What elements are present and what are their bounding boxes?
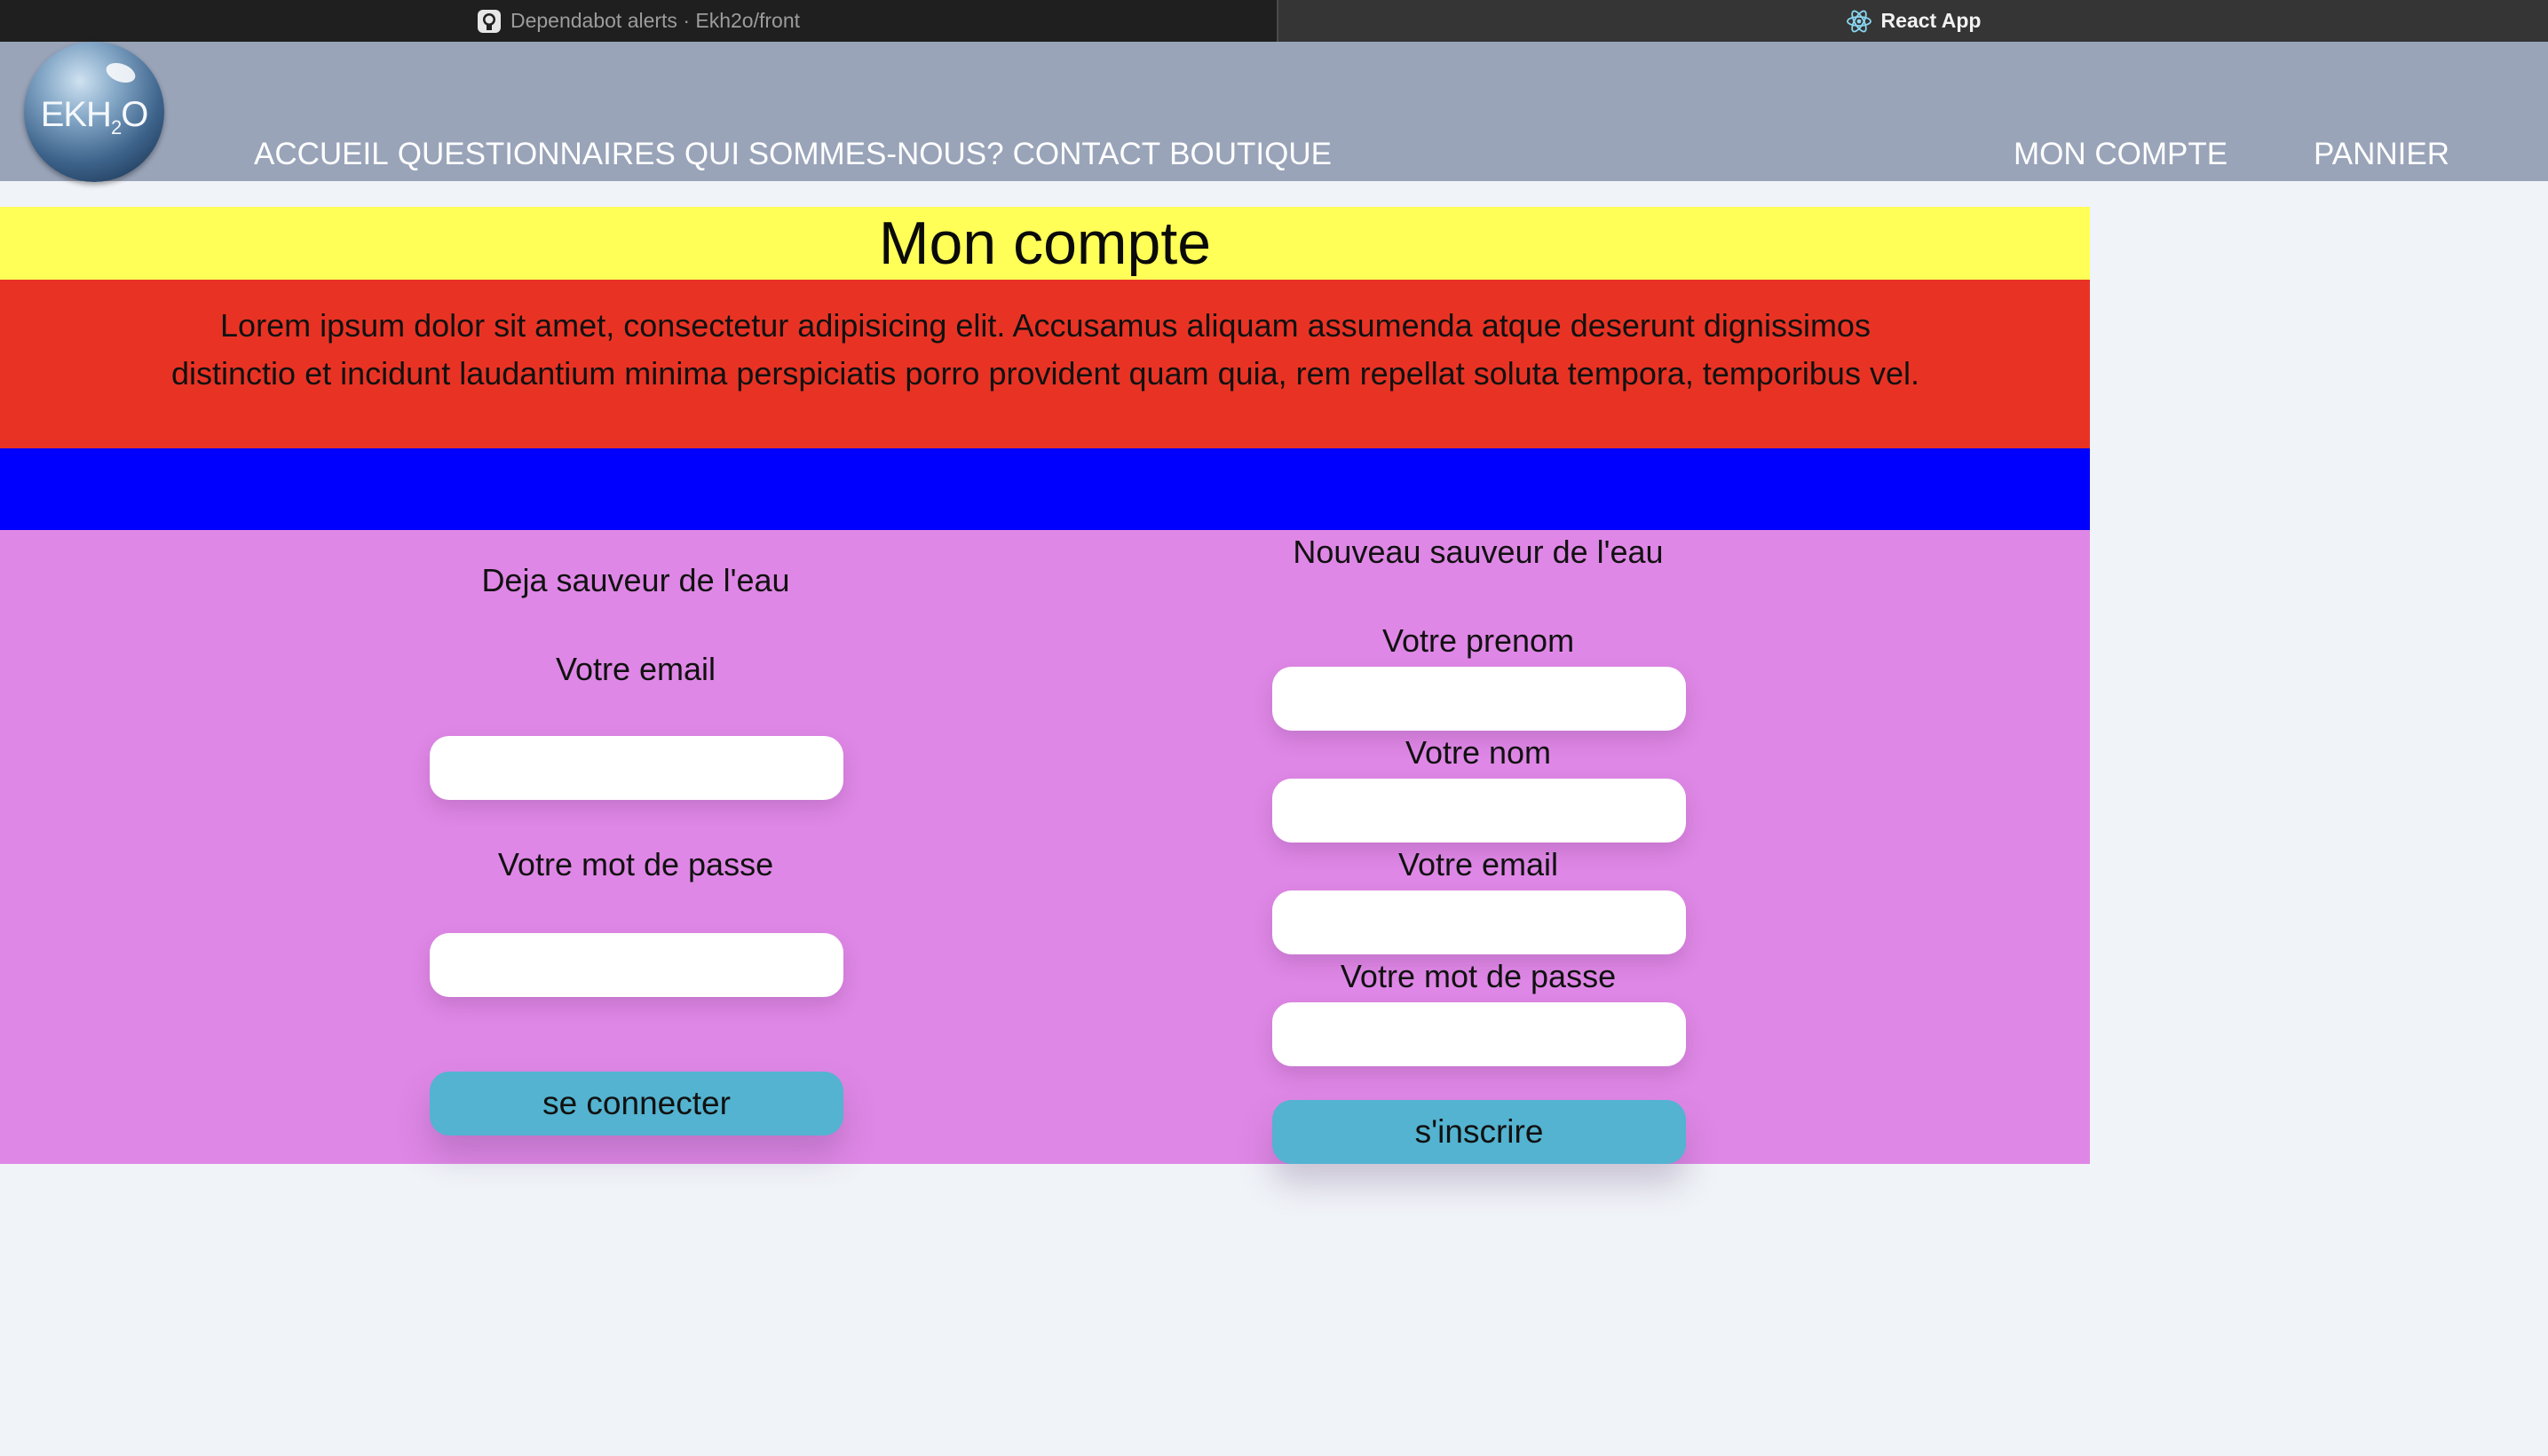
intro-text: Lorem ipsum dolor sit amet, consectetur … [171, 307, 1919, 392]
signup-email-input[interactable] [1272, 890, 1686, 954]
nav-link-pannier[interactable]: PANNIER [2314, 137, 2449, 172]
react-icon [1846, 8, 1872, 35]
forms-section: Deja sauveur de l'eau Votre email Votre … [0, 530, 2090, 1164]
page-title: Mon compte [878, 210, 1212, 277]
signup-password-label: Votre mot de passe [1340, 958, 1617, 994]
site-header: EKH2O ACCUEIL QUESTIONNAIRES QUI SOMMES-… [0, 42, 2548, 182]
browser-tab-react-app[interactable]: React App [1277, 0, 2548, 42]
nav-link-boutique[interactable]: BOUTIQUE [1169, 137, 1332, 172]
signup-firstname-input[interactable] [1272, 667, 1686, 731]
browser-tab-label: React App [1880, 9, 1982, 32]
signup-button[interactable]: s'inscrire [1272, 1100, 1686, 1164]
signup-password-input[interactable] [1272, 1002, 1686, 1066]
nav-link-accueil[interactable]: ACCUEIL [254, 137, 389, 172]
nav-link-questionnaires[interactable]: QUESTIONNAIRES [398, 137, 676, 172]
logo-text: EKH2O [40, 95, 149, 138]
nav-link-contact[interactable]: CONTACT [1013, 137, 1161, 172]
login-password-label: Votre mot de passe [497, 846, 774, 882]
blue-band [0, 448, 2090, 530]
login-email-label: Votre email [555, 651, 716, 687]
intro-band: Lorem ipsum dolor sit amet, consectetur … [0, 280, 2090, 448]
signup-lastname-label: Votre nom [1405, 734, 1552, 771]
browser-tab-bar: Dependabot alerts · Ekh2o/front React Ap… [0, 0, 2548, 42]
login-password-input[interactable] [430, 933, 843, 997]
login-button[interactable]: se connecter [430, 1072, 843, 1136]
title-band: Mon compte [0, 207, 2090, 280]
signup-lastname-input[interactable] [1272, 779, 1686, 843]
signup-firstname-label: Votre prenom [1381, 622, 1575, 659]
main-nav: ACCUEIL QUESTIONNAIRES QUI SOMMES-NOUS? … [254, 137, 1341, 172]
login-heading: Deja sauveur de l'eau [481, 562, 790, 598]
github-icon [477, 9, 502, 34]
signup-email-label: Votre email [1397, 846, 1559, 882]
browser-tab-label: Dependabot alerts · Ekh2o/front [510, 9, 801, 32]
browser-tab-dependabot[interactable]: Dependabot alerts · Ekh2o/front [0, 0, 1277, 42]
signup-heading: Nouveau sauveur de l'eau [1293, 534, 1664, 570]
login-email-input[interactable] [430, 736, 843, 800]
nav-link-qui-sommes-nous[interactable]: QUI SOMMES-NOUS? [684, 137, 1004, 172]
nav-link-mon-compte[interactable]: MON COMPTE [2014, 137, 2228, 172]
logo[interactable]: EKH2O [24, 42, 164, 182]
